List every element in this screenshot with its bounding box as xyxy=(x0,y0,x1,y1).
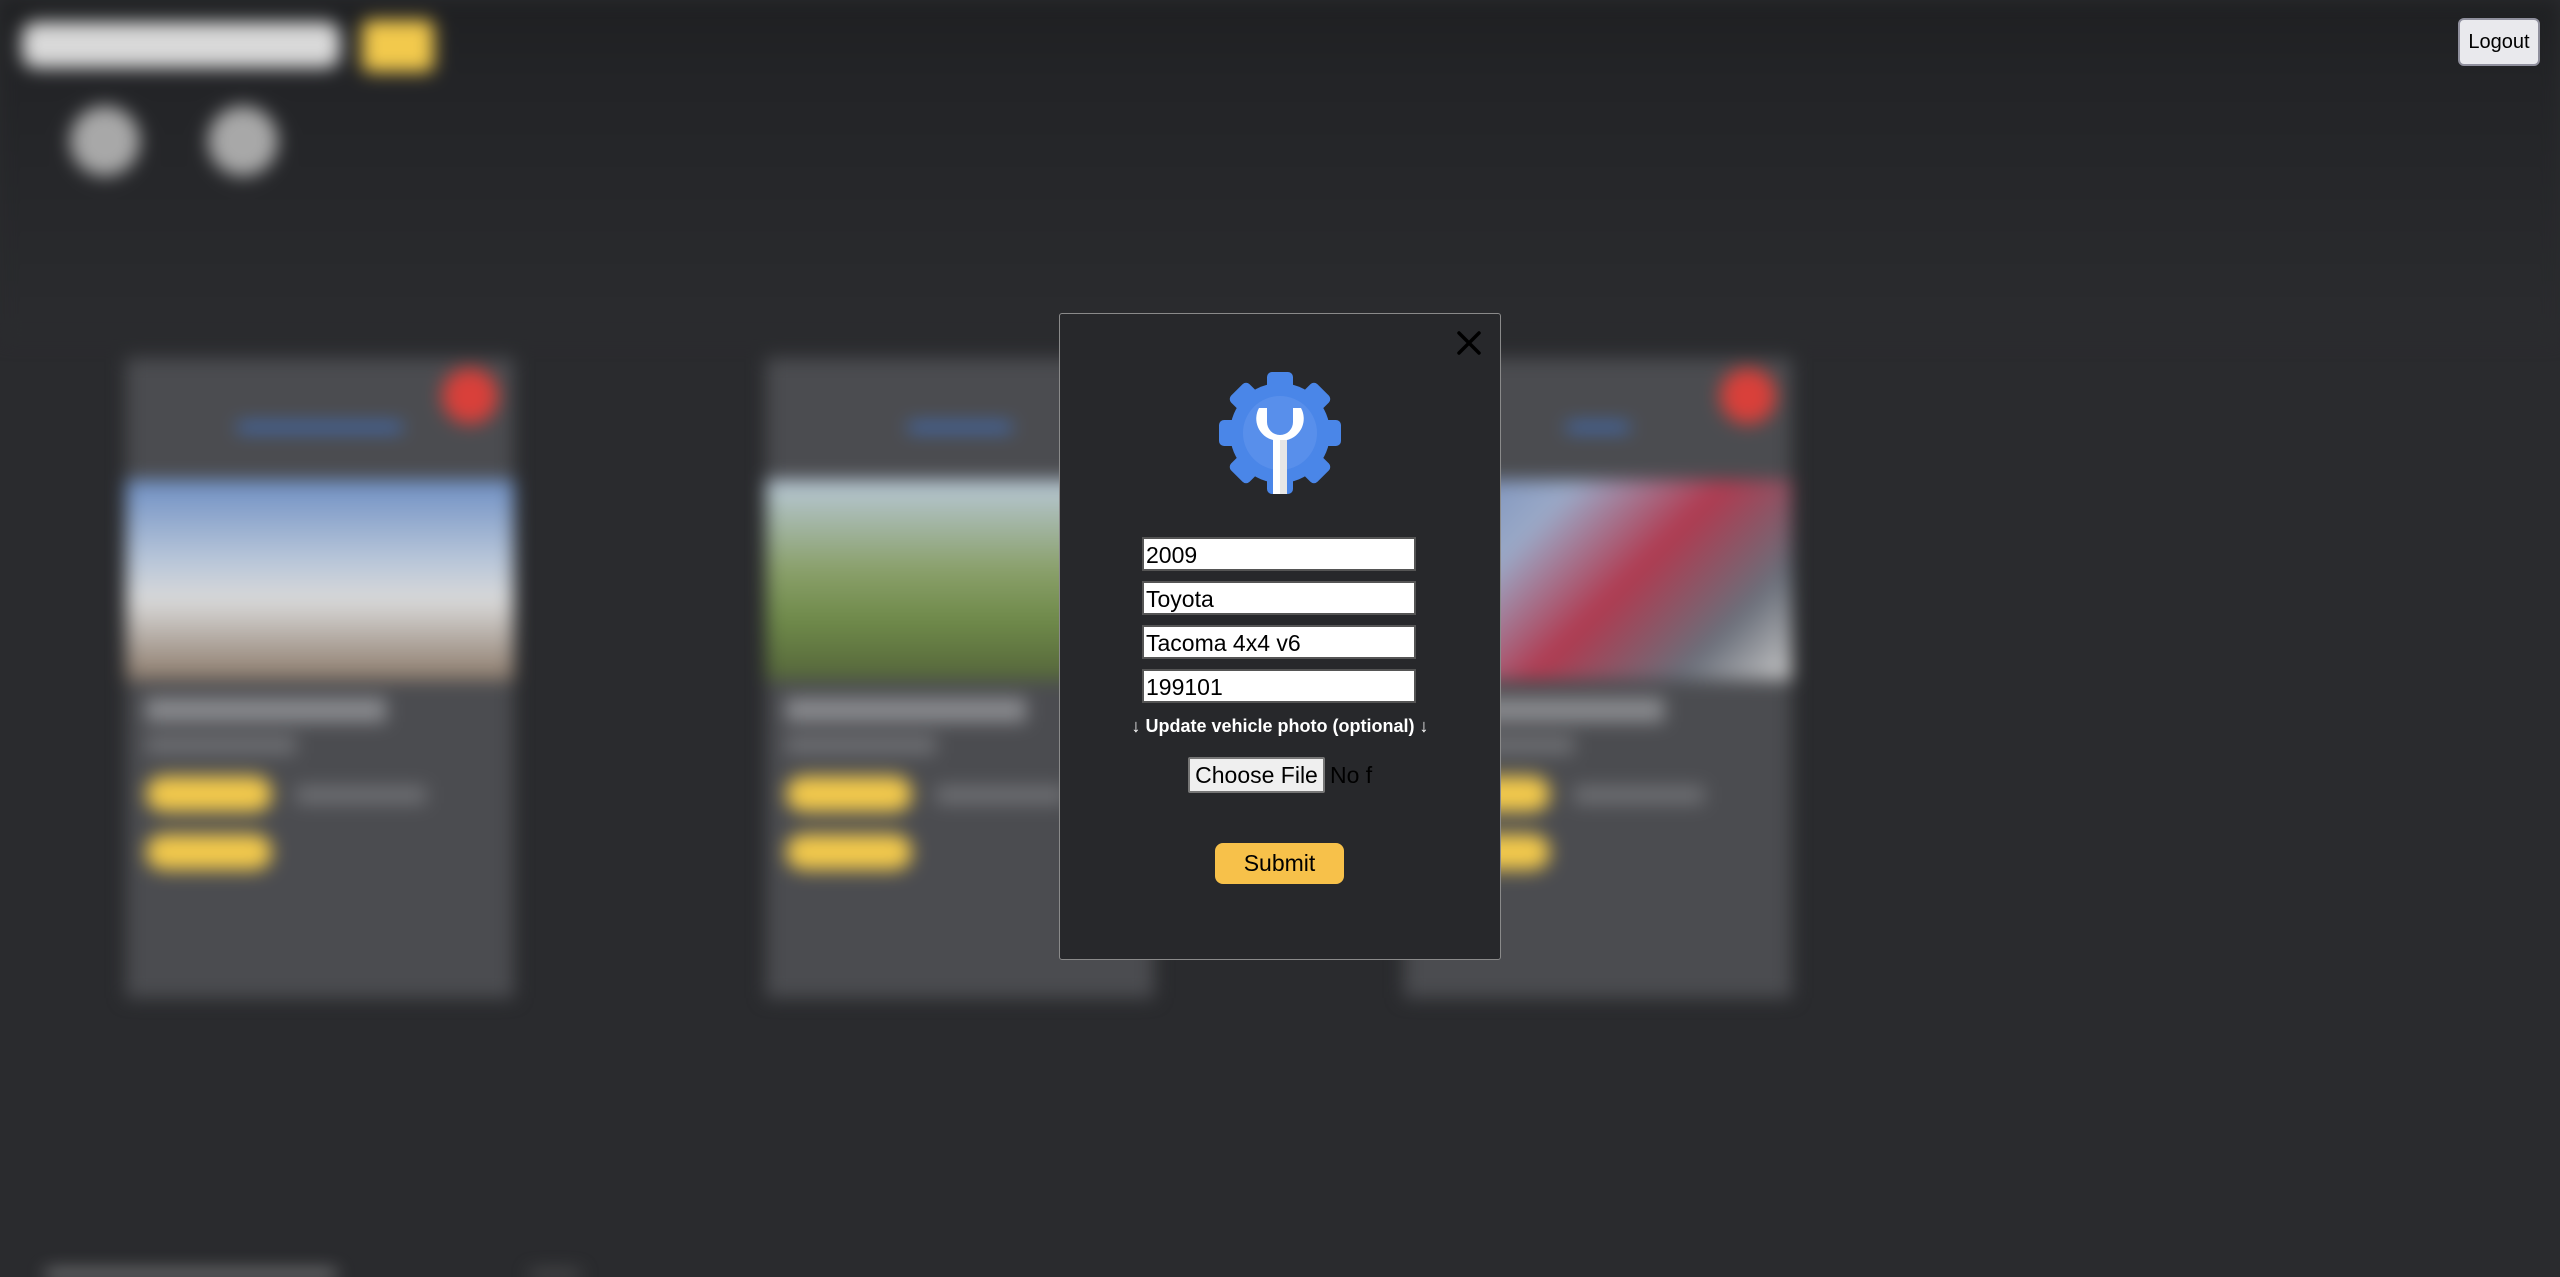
year-field[interactable]: 2009 xyxy=(1142,537,1416,571)
mileage-field[interactable]: 199101 xyxy=(1142,669,1416,703)
file-status: No f xyxy=(1330,762,1373,788)
make-field[interactable]: Toyota xyxy=(1142,581,1416,615)
submit-button[interactable]: Submit xyxy=(1215,843,1344,884)
logout-button[interactable]: Logout xyxy=(2458,18,2540,66)
model-field[interactable]: Tacoma 4x4 v6 xyxy=(1142,625,1416,659)
close-icon[interactable] xyxy=(1452,326,1486,360)
photo-label: ↓ Update vehicle photo (optional) ↓ xyxy=(1131,716,1429,736)
choose-file-button[interactable]: Choose File xyxy=(1188,757,1325,793)
gear-wrench-icon xyxy=(1215,368,1345,498)
modal-overlay: Logout 2009 Toyota Tacoma 4x4 v6 199101 … xyxy=(0,0,2560,1277)
